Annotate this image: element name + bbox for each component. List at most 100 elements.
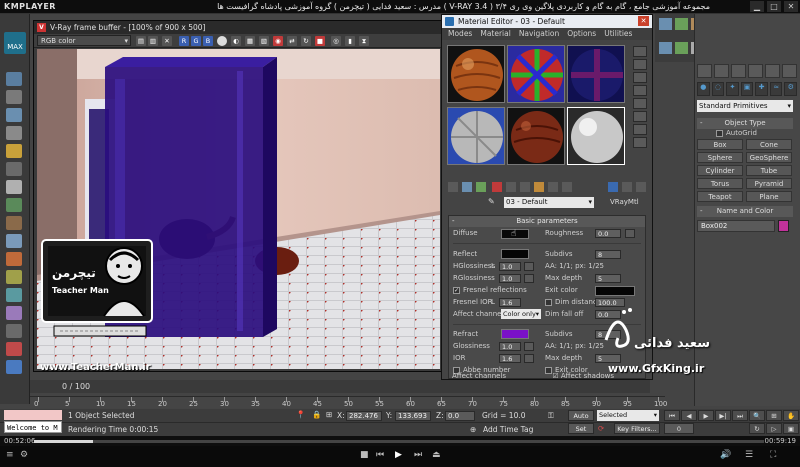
sample-slot[interactable] <box>447 107 505 165</box>
tab-modify[interactable] <box>714 64 729 78</box>
sample-slot[interactable] <box>567 45 625 103</box>
seek-track[interactable] <box>34 440 764 443</box>
time-tag-icon[interactable]: ⊕ <box>470 425 476 434</box>
spacewarps-icon[interactable]: ≈ <box>769 82 783 96</box>
play-icon[interactable]: ▶ <box>698 410 714 421</box>
video-check-icon[interactable] <box>633 98 647 109</box>
object-color-swatch[interactable] <box>778 220 789 232</box>
stop-icon[interactable]: ■ <box>315 36 325 46</box>
snap-icon[interactable] <box>6 342 22 356</box>
vfb-channel-select[interactable]: RGB color <box>37 35 131 46</box>
tab-display[interactable] <box>765 64 780 78</box>
z-coord-field[interactable]: 0.0 <box>445 411 475 421</box>
set-key-button[interactable]: Set Key <box>568 423 594 443</box>
player-eject-icon[interactable]: ⏏ <box>432 450 441 460</box>
modifier-icon[interactable] <box>6 306 22 320</box>
eyedropper-icon[interactable]: ✎ <box>488 197 495 206</box>
alpha-icon[interactable] <box>217 36 227 46</box>
compare-icon[interactable]: ▦ <box>245 36 255 46</box>
helper-icon[interactable] <box>6 198 22 212</box>
next-frame-icon[interactable]: ▶| <box>715 410 731 421</box>
maximize-viewport-icon[interactable]: ▣ <box>783 423 799 434</box>
lut-icon[interactable]: ▮ <box>345 36 355 46</box>
red-channel-button[interactable]: R <box>179 36 189 46</box>
primitive-type-dropdown[interactable]: Standard Primitives <box>697 100 793 112</box>
box-button[interactable]: Box <box>697 139 743 150</box>
systems-icon[interactable]: ⚙ <box>784 82 798 96</box>
auto-key-button[interactable]: Auto Key <box>568 410 594 430</box>
key-icon[interactable]: ⚿ <box>548 411 554 421</box>
player-volume-icon[interactable]: 🔊 <box>720 450 731 460</box>
save-icon[interactable]: ▤ <box>136 36 146 46</box>
cameras-icon[interactable]: ▣ <box>740 82 754 96</box>
light-icon[interactable] <box>6 144 22 158</box>
copy-icon[interactable]: ▧ <box>259 36 269 46</box>
goto-end-icon[interactable]: ⏭ <box>732 410 748 421</box>
reflect-max-depth-field[interactable]: 5 <box>595 274 621 283</box>
key-mode-icon[interactable]: ⟳ <box>598 424 604 433</box>
options-icon[interactable] <box>633 124 647 135</box>
roughness-map-button[interactable] <box>625 229 635 238</box>
layer-icon[interactable] <box>6 360 22 374</box>
close-icon[interactable]: ✕ <box>784 1 798 12</box>
hglossiness-map-button[interactable] <box>524 262 534 271</box>
maximize-icon[interactable]: □ <box>767 1 781 12</box>
player-play-icon[interactable]: ▶ <box>395 450 402 460</box>
maxscript-listener-mini[interactable] <box>4 410 62 420</box>
rglossiness-field[interactable]: 1.0 <box>499 274 521 283</box>
sphere-icon[interactable] <box>6 180 22 194</box>
tab-utilities[interactable] <box>782 64 797 78</box>
player-menu-icon[interactable]: ≡ <box>6 450 14 460</box>
fresnel-ior-field[interactable]: 1.6 <box>499 298 521 307</box>
material-type-button[interactable]: VRayMtl <box>610 198 639 206</box>
cone-button[interactable]: Cone <box>746 139 792 150</box>
menu-utilities[interactable]: Utilities <box>604 28 632 40</box>
tab-create[interactable] <box>697 64 712 78</box>
x-coord-field[interactable]: 282.476 <box>346 411 382 421</box>
pan-icon[interactable]: ✋ <box>783 410 799 421</box>
material-name-field[interactable]: 03 - Default <box>504 197 594 208</box>
sample-slot-selected[interactable] <box>567 107 625 165</box>
select-by-material-icon[interactable] <box>633 137 647 148</box>
menu-material[interactable]: Material <box>480 28 510 40</box>
time-slider[interactable] <box>30 380 650 393</box>
background-icon[interactable] <box>633 72 647 83</box>
uv-tiling-icon[interactable] <box>633 85 647 96</box>
green-channel-button[interactable]: G <box>191 36 201 46</box>
minimize-icon[interactable]: ▁ <box>750 1 764 12</box>
basic-parameters-header[interactable]: - Basic parameters <box>449 216 645 227</box>
move-icon[interactable] <box>6 126 22 140</box>
object-type-rollout[interactable]: - Object Type <box>697 118 793 129</box>
render-icon[interactable] <box>6 234 22 248</box>
fresnel-checkbox[interactable]: ✓ <box>453 287 460 294</box>
sample-slot[interactable] <box>507 45 565 103</box>
sample-slot[interactable] <box>447 45 505 103</box>
plane-button[interactable]: Plane <box>746 191 792 202</box>
dim-distance-checkbox[interactable] <box>545 299 552 306</box>
pin-icon[interactable]: 📍 <box>296 410 305 419</box>
region-icon[interactable]: ◉ <box>273 36 283 46</box>
zoom-icon[interactable]: 🔍 <box>749 410 765 421</box>
add-time-tag[interactable]: Add Time Tag <box>483 425 533 434</box>
prev-frame-icon[interactable]: ◀ <box>681 410 697 421</box>
glossiness-map-button[interactable] <box>524 342 534 351</box>
goto-start-icon[interactable]: ⏮ <box>664 410 680 421</box>
backlight-icon[interactable] <box>633 59 647 70</box>
player-settings-icon[interactable]: ⚙ <box>20 450 28 460</box>
track-bar[interactable]: 0 5 10 15 20 25 30 35 40 45 50 55 60 65 70 75 80 85 90 95 10… <box>30 396 667 408</box>
key-selection-dropdown[interactable]: Selected <box>597 410 659 421</box>
sample-type-icon[interactable] <box>633 46 647 57</box>
player-prev-icon[interactable]: ⏮ <box>376 450 384 460</box>
helpers-icon[interactable]: ✚ <box>755 82 768 96</box>
key-filters-button[interactable]: Key Filters... <box>614 423 660 434</box>
y-coord-field[interactable]: 133.693 <box>395 411 431 421</box>
lens-icon[interactable]: ◎ <box>331 36 341 46</box>
history-icon[interactable]: ⧗ <box>359 36 369 46</box>
cylinder-button[interactable]: Cylinder <box>697 165 743 176</box>
mono-icon[interactable]: ◐ <box>231 36 241 46</box>
refract-color-swatch[interactable] <box>501 329 529 339</box>
rglossiness-map-button[interactable] <box>524 274 534 283</box>
autogrid-checkbox[interactable]: AutoGrid <box>716 129 757 137</box>
ior-field[interactable]: 1.6 <box>499 354 521 363</box>
fov-icon[interactable]: ▷ <box>766 423 782 434</box>
